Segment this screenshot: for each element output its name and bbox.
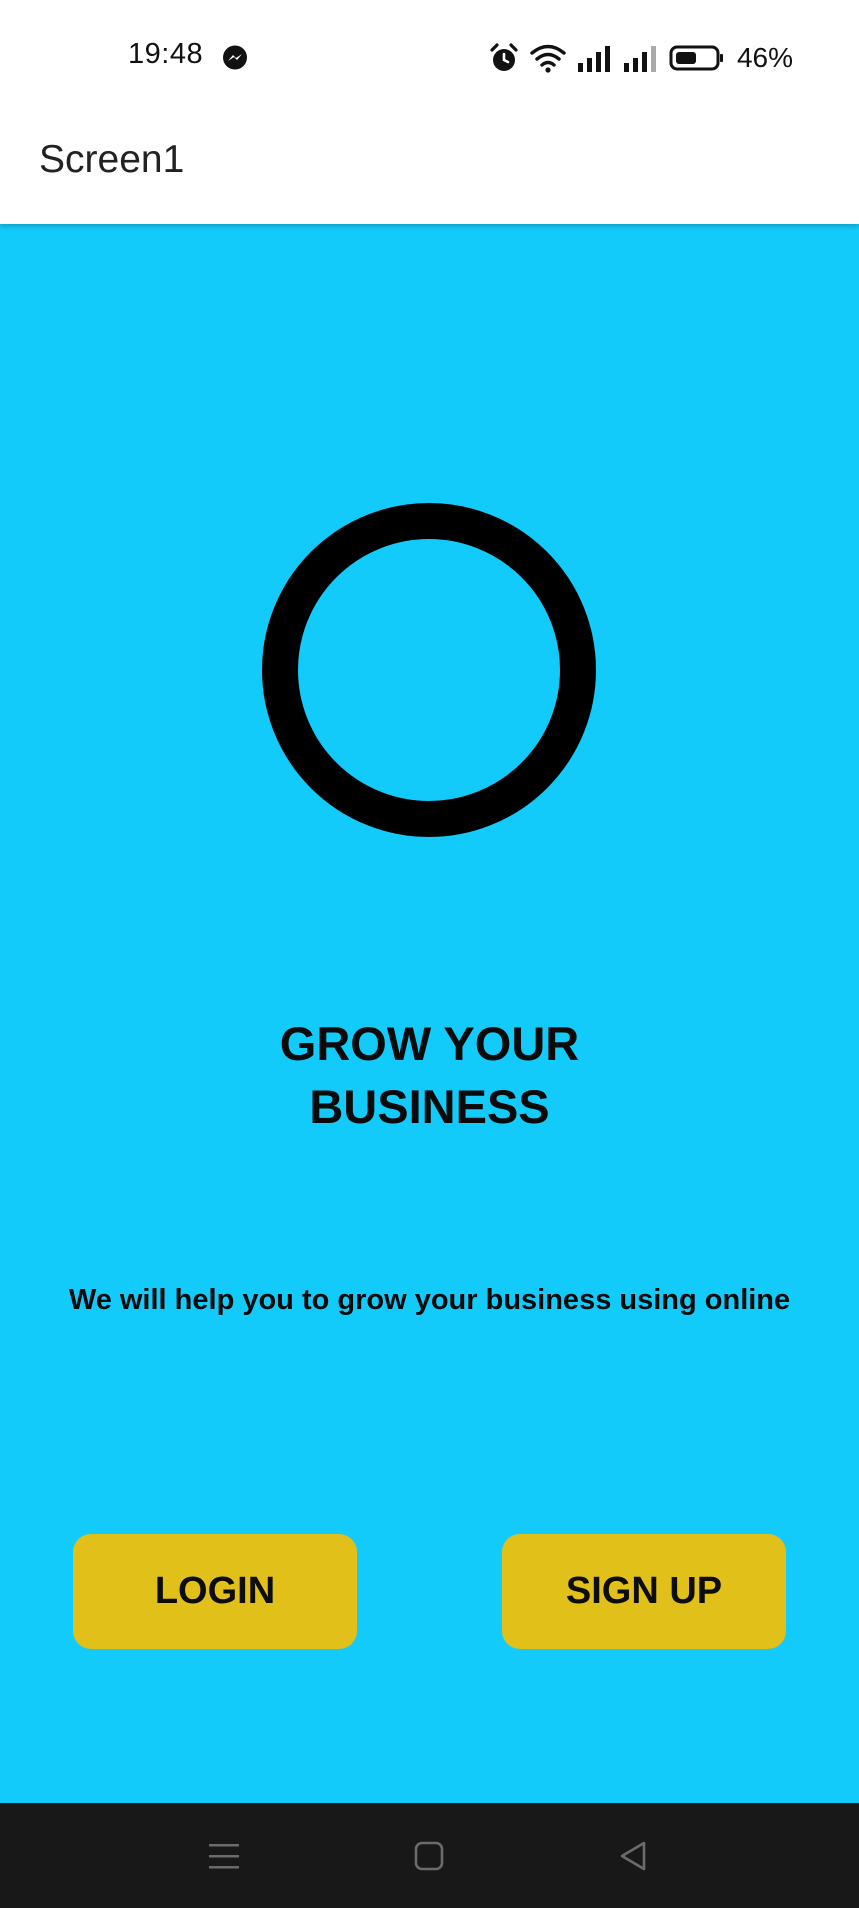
status-time: 19:48 [128,38,204,70]
signal-icon [577,43,613,73]
battery-percent: 46% [736,42,793,73]
logo-ring-icon [262,503,596,837]
status-icons: 46% [489,38,793,78]
recents-menu-icon[interactable] [196,1828,252,1884]
tagline: We will help you to grow your business u… [68,1284,791,1316]
headline-line-2: BUSINESS [309,1080,550,1133]
app-bar: Screen1 [0,110,859,224]
headline-line-1: GROW YOUR [279,1017,580,1070]
status-bar: 19:48 46% [0,0,859,110]
wifi-icon [529,42,567,74]
back-triangle-icon[interactable] [605,1828,661,1884]
alarm-icon [489,42,519,74]
signal-icon [623,43,659,73]
navigation-bar [0,1803,859,1908]
app-title: Screen1 [39,138,185,181]
headline: GROW YOUR BUSINESS [0,1012,859,1138]
login-button[interactable]: LOGIN [73,1534,357,1649]
sign-up-button[interactable]: SIGN UP [502,1534,786,1649]
battery-icon [669,44,725,72]
home-square-icon[interactable] [401,1828,457,1884]
messenger-icon [222,45,248,71]
